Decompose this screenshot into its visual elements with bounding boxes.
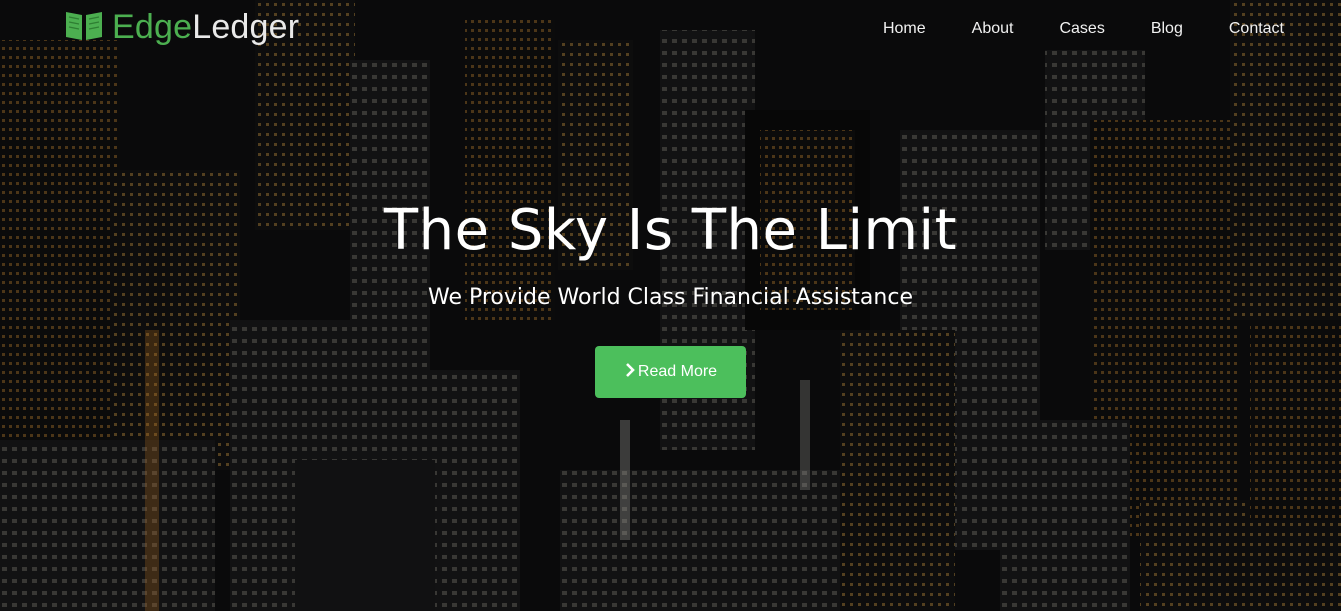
nav-link-home[interactable]: Home <box>860 20 949 38</box>
nav-link-blog[interactable]: Blog <box>1128 20 1206 38</box>
hero-subtitle: We Provide World Class Financial Assista… <box>428 285 913 310</box>
brand-name: EdgeLedger <box>112 8 299 47</box>
read-more-label: Read More <box>637 363 718 380</box>
hero-title: The Sky Is The Limit <box>383 198 958 263</box>
brand-name-edge: Edge <box>112 8 193 46</box>
hero-content: The Sky Is The Limit We Provide World Cl… <box>0 198 1341 398</box>
brand-name-ledger: Ledger <box>192 8 300 46</box>
navbar: EdgeLedger Home About Cases Blog Contact <box>0 0 1341 60</box>
nav-link-cases[interactable]: Cases <box>1036 20 1127 38</box>
nav-link-about[interactable]: About <box>949 20 1037 38</box>
read-more-button[interactable]: Read More <box>595 346 746 398</box>
nav-link-contact[interactable]: Contact <box>1206 20 1284 38</box>
open-book-icon <box>64 8 104 47</box>
chevron-right-icon <box>624 362 636 382</box>
brand-logo-link[interactable]: EdgeLedger <box>64 8 299 47</box>
main-nav: Home About Cases Blog Contact <box>860 20 1284 38</box>
hero-section: EdgeLedger Home About Cases Blog Contact… <box>0 0 1341 611</box>
